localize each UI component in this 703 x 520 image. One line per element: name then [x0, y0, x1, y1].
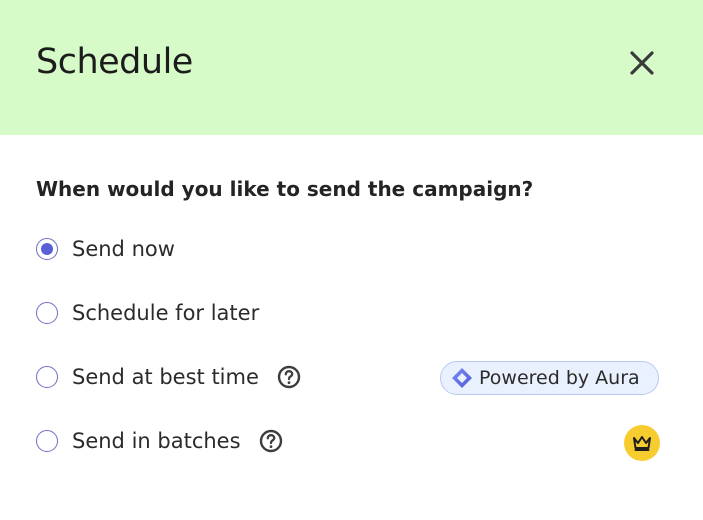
badge-label: Powered by Aura [479, 367, 640, 389]
question-circle-icon[interactable] [259, 429, 283, 453]
question-circle-icon[interactable] [277, 365, 301, 389]
aura-diamond-icon [452, 368, 472, 388]
option-send-now[interactable]: Send now [36, 233, 175, 265]
close-button[interactable] [622, 43, 662, 83]
option-label: Send now [72, 237, 175, 261]
dialog-header: Schedule [0, 0, 703, 135]
radio-best-time[interactable] [36, 366, 58, 388]
radio-send-now[interactable] [36, 238, 58, 260]
option-label: Schedule for later [72, 301, 260, 325]
crown-icon [633, 436, 651, 451]
option-best-time[interactable]: Send at best time [36, 361, 301, 393]
schedule-dialog: Schedule When would you like to send the… [0, 0, 703, 520]
radio-batches[interactable] [36, 430, 58, 452]
radio-schedule-later[interactable] [36, 302, 58, 324]
close-icon [630, 51, 654, 75]
option-label: Send at best time [72, 365, 259, 389]
dialog-title: Schedule [36, 42, 193, 82]
powered-by-aura-badge: Powered by Aura [440, 361, 659, 395]
premium-badge [624, 425, 660, 461]
option-label: Send in batches [72, 429, 241, 453]
send-question: When would you like to send the campaign… [36, 177, 534, 201]
option-batches[interactable]: Send in batches [36, 425, 283, 457]
option-schedule-later[interactable]: Schedule for later [36, 297, 259, 329]
